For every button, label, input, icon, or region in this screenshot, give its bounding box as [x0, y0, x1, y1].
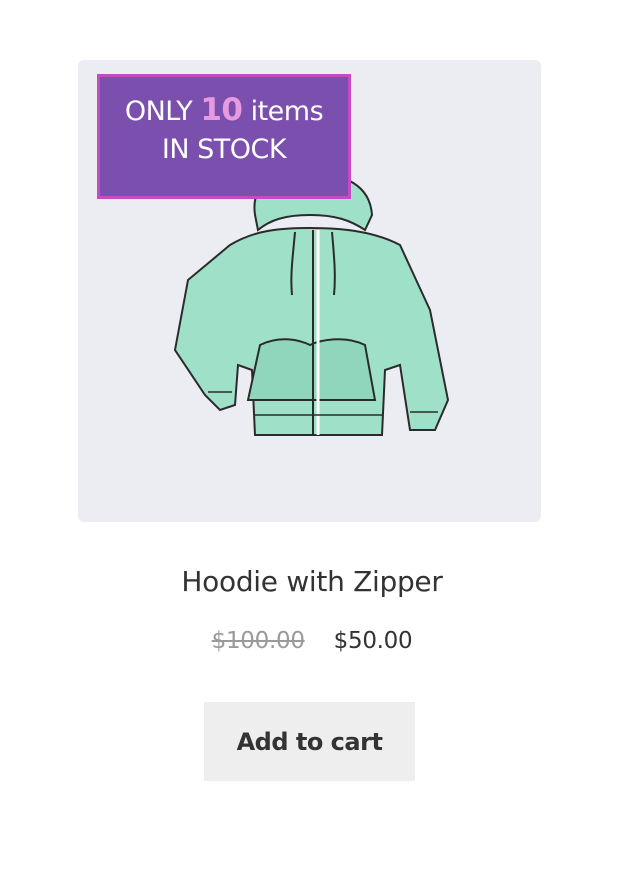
add-to-cart-button[interactable]: Add to cart — [204, 702, 415, 781]
regular-price: $100.00 — [211, 628, 305, 654]
sale-price: $50.00 — [333, 628, 413, 654]
price-row: $100.00 $50.00 — [0, 628, 624, 654]
badge-quantity: 10 — [200, 92, 243, 128]
badge-suffix: items — [250, 96, 324, 127]
product-card: ONLY 10 items IN STOCK Hoodie with Zippe… — [0, 0, 624, 890]
badge-prefix: ONLY — [124, 96, 193, 127]
hoodie-illustration-icon — [173, 170, 450, 436]
badge-in-stock: IN STOCK — [161, 134, 287, 165]
product-title[interactable]: Hoodie with Zipper — [0, 565, 624, 598]
stock-badge: ONLY 10 items IN STOCK — [97, 74, 351, 199]
